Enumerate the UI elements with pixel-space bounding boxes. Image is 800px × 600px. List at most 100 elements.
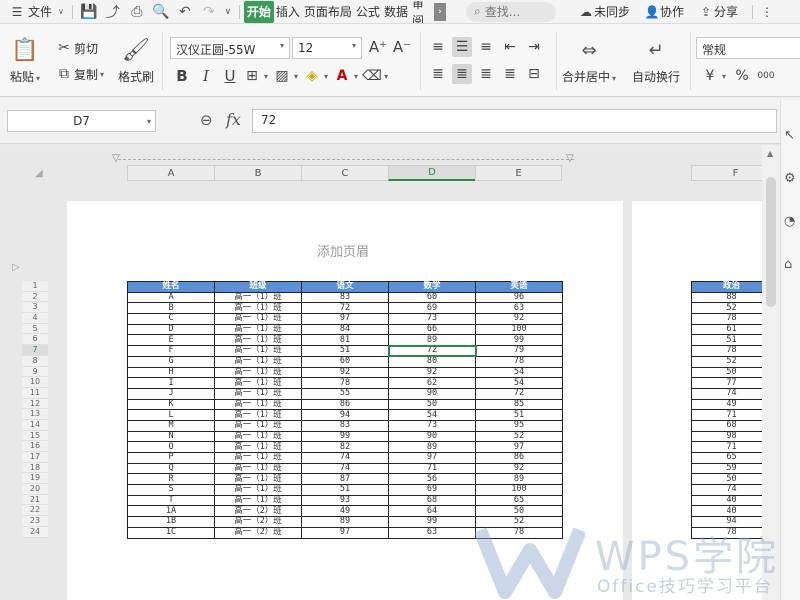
table-cell[interactable]: 97 [301,526,389,539]
row-header[interactable]: 16 [22,441,48,452]
header-math[interactable]: 数学 [388,281,476,293]
row-header[interactable]: 3 [22,302,48,314]
table-cell[interactable]: 78 [691,313,772,325]
wrap-text-button[interactable]: ↵ 自动换行 [632,36,680,85]
table-cell[interactable]: 78 [691,345,772,357]
font-name-select[interactable]: 汉仪正圆-55W ▾ [170,37,290,59]
table-cell[interactable]: 97 [301,313,389,325]
row-header[interactable]: 10 [22,377,48,388]
row-header[interactable]: 22 [22,505,48,517]
table-cell[interactable]: 100 [475,484,563,496]
table-cell[interactable]: 高一（1）班 [214,419,302,432]
align-top-icon[interactable]: ≡ [428,37,448,57]
table-cell[interactable]: 63 [388,526,476,539]
row-header[interactable]: 9 [22,366,48,378]
print-preview-icon[interactable]: 🔍 [149,1,173,23]
increase-font-icon[interactable]: A⁺ [368,37,388,57]
number-format-select[interactable]: 常规 [696,37,800,59]
row-header[interactable]: 13 [22,409,48,420]
table-cell[interactable]: Q [127,462,215,475]
tab-page-layout[interactable]: 页面布局 [302,1,354,23]
copy-button[interactable]: ⧉ 复制 ▾ [54,64,104,84]
table-cell[interactable]: 72 [475,387,563,400]
row-header[interactable]: 21 [22,494,48,506]
table-cell[interactable]: 52 [691,302,772,315]
table-cell[interactable]: 98 [691,430,772,443]
table-cell[interactable]: 93 [301,494,389,507]
table-cell[interactable]: M [127,419,215,432]
paste-button[interactable]: 📋 粘贴 ▾ [10,36,40,85]
table-cell[interactable]: 78 [691,526,772,539]
table-cell[interactable]: R [127,473,215,486]
table-cell[interactable]: 77 [691,377,772,389]
table-cell[interactable]: 59 [691,462,772,475]
row-header[interactable]: 18 [22,462,48,474]
redo-icon[interactable]: ↷ [197,1,221,23]
sheet-area[interactable]: ▽ ▽ ◢ A B C D E F 添加页眉 ▷ 1 2 3 4 5 6 7 8 9 10 11 12… [0,145,780,600]
table-cell[interactable]: 97 [475,441,563,453]
decrease-font-icon[interactable]: A⁻ [392,37,412,57]
shapes-icon[interactable]: ◔ [784,214,800,229]
table-cell[interactable]: 64 [388,505,476,518]
column-header-d[interactable]: D [388,165,475,181]
table-cell[interactable]: P [127,452,215,464]
table-cell[interactable]: 92 [475,313,563,325]
table-cell[interactable]: 89 [388,334,476,347]
table-cell[interactable]: 92 [388,366,476,379]
table-cell[interactable]: 高一（1）班 [214,409,302,421]
table-cell[interactable]: G [127,355,215,368]
table-cell[interactable]: 高一（1）班 [214,366,302,379]
table-cell[interactable]: 高一（1）班 [214,452,302,464]
table-cell[interactable]: 96 [475,291,563,304]
table-cell[interactable]: 83 [301,419,389,432]
table-cell[interactable]: 92 [475,462,563,475]
column-header-b[interactable]: B [214,165,301,181]
tab-data[interactable]: 数据 [382,1,410,23]
table-cell[interactable]: 49 [691,398,772,411]
row-header[interactable]: 5 [22,323,48,335]
table-cell[interactable]: 94 [691,516,772,528]
table-cell[interactable]: 72 [301,302,389,315]
table-cell[interactable]: 高一（1）班 [214,430,302,443]
table-cell[interactable]: 50 [475,505,563,518]
select-all-corner-icon[interactable]: ◢ [35,168,43,179]
table-cell[interactable]: 40 [691,494,772,507]
decrease-indent-icon[interactable]: ⇤ [500,37,520,57]
currency-button[interactable]: ¥ [700,66,720,86]
tab-formulas[interactable]: 公式 [354,1,382,23]
table-cell[interactable]: 78 [475,355,563,368]
increase-indent-icon[interactable]: ⇥ [524,37,544,57]
table-cell[interactable]: 高一（1）班 [214,323,302,336]
table-cell[interactable]: 高一（1）班 [214,313,302,325]
table-cell[interactable]: 60 [301,355,389,368]
table-cell[interactable]: 51 [301,345,389,357]
table-cell[interactable]: 55 [301,387,389,400]
scrollbar-thumb[interactable] [766,177,776,307]
table-cell[interactable]: 71 [388,462,476,475]
table-cell[interactable]: 1A [127,505,215,518]
table-cell[interactable]: 49 [301,505,389,518]
table-cell[interactable]: 52 [691,355,772,368]
table-cell[interactable]: 80 [388,355,476,368]
table-cell[interactable]: 高一（1）班 [214,355,302,368]
table-cell[interactable]: 高一（1）班 [214,345,302,357]
table-cell[interactable]: 86 [301,398,389,411]
table-cell[interactable]: 高一（1）班 [214,494,302,507]
table-cell[interactable]: 高一（1）班 [214,291,302,304]
tab-insert[interactable]: 插入 [274,1,302,23]
table-cell[interactable]: 高一（1）班 [214,377,302,389]
file-menu[interactable]: ☰ 文件 ∨ [6,1,68,23]
table-cell[interactable]: 66 [388,323,476,336]
table-cell[interactable]: 79 [475,345,563,357]
italic-button[interactable]: I [196,66,216,86]
table-cell[interactable]: 高一（2）班 [214,516,302,528]
row-header[interactable]: 17 [22,452,48,463]
vertical-scrollbar[interactable]: ▲ [762,145,780,600]
table-cell[interactable]: 90 [388,387,476,400]
table-cell[interactable]: C [127,313,215,325]
row-header[interactable]: 8 [22,355,48,367]
fill-color-icon[interactable]: ◈ [302,66,322,86]
row-header[interactable]: 23 [22,516,48,527]
table-cell[interactable]: F [127,345,215,357]
table-cell[interactable]: 81 [301,334,389,347]
